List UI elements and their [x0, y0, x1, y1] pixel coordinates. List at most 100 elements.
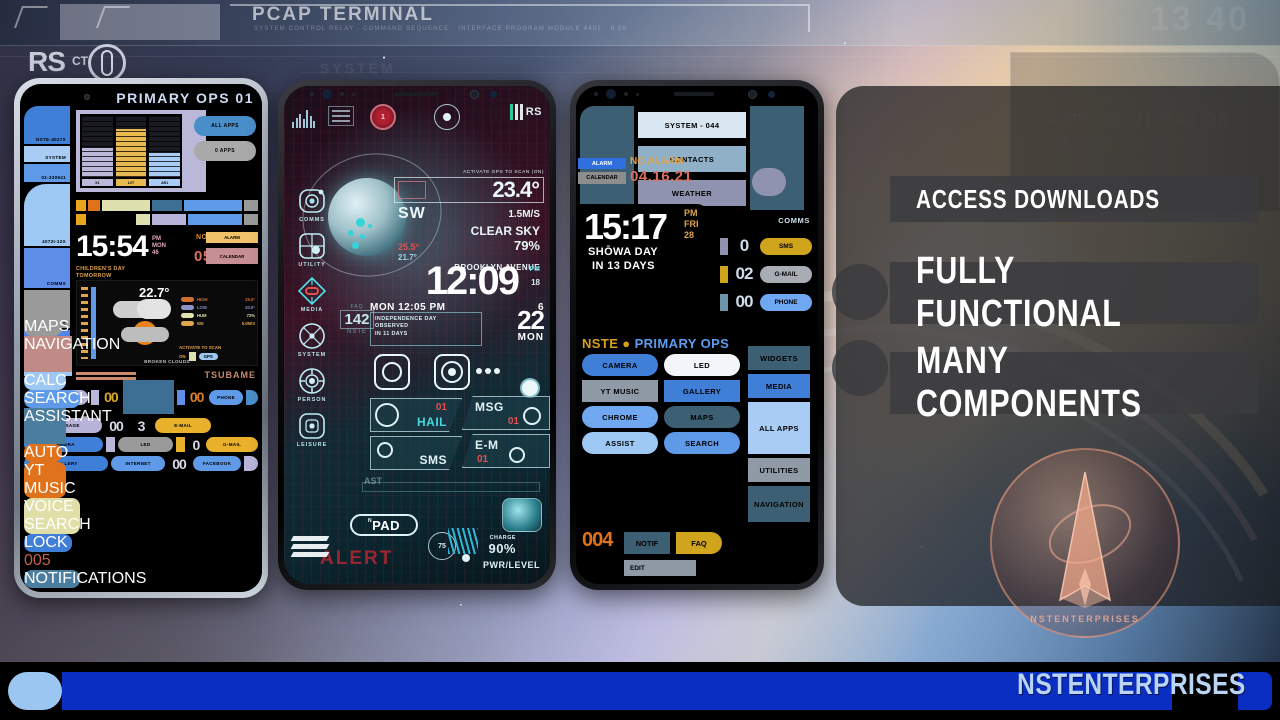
phone-right-g-mail-button[interactable]: G-MAIL — [760, 265, 812, 283]
phone-right-led-button[interactable]: LED — [664, 354, 740, 376]
phone-left-notifications-button[interactable]: NOTIFICATIONS — [24, 570, 146, 588]
phone-center-sidebar-item-media[interactable]: MEDIA — [284, 276, 340, 313]
phone-right-calendar-button[interactable]: CALENDAR — [578, 172, 626, 184]
hail-button[interactable]: 01 HAIL — [370, 398, 462, 432]
phone-left-maps-button[interactable]: MAPS — [24, 318, 69, 336]
earpiece-speaker — [394, 92, 438, 96]
phone-right-notif-button[interactable]: NOTIF — [624, 532, 670, 554]
phone-left-gauge-column: LVT — [115, 116, 147, 186]
phone-left-voice-search-button[interactable]: VOICE SEARCH — [24, 498, 91, 534]
starfleet-delta-icon — [1048, 471, 1132, 608]
phone-left-rail-item[interactable]: SYSTEM — [24, 146, 70, 162]
phone-left-app-buttons: ALL APPS 0 APPS — [194, 116, 256, 166]
phone-right-utilities-button[interactable]: UTILITIES — [748, 458, 810, 482]
header-title: PCAP TERMINAL — [252, 4, 434, 25]
phone-left-lock-button[interactable]: LOCK — [24, 534, 72, 552]
phone-right-media-button[interactable]: MEDIA — [748, 374, 810, 398]
phone-left-title: PRIMARY OPS 01 — [116, 90, 254, 106]
phone-right-system-044-button[interactable]: SYSTEM - 044 — [638, 112, 746, 138]
phone-right-widgets-button[interactable]: WIDGETS — [748, 346, 810, 370]
phone-left-rail-label: NSTE-4027X — [35, 137, 66, 142]
panel-fully-functional[interactable]: FULLY FUNCTIONAL — [890, 250, 1258, 335]
pad-button[interactable]: N PAD — [350, 514, 418, 536]
signal-bars-icon — [509, 104, 523, 120]
sms-button[interactable]: SMS — [370, 436, 462, 470]
panel-access-downloads[interactable]: ACCESS DOWNLOADS — [890, 176, 1258, 222]
phone-right-maps-button[interactable]: MAPS — [664, 406, 740, 428]
phone-left-rail-item[interactable]: 4072I-12X — [24, 184, 70, 246]
phone-center-sidebar-item-leisure[interactable]: LEISURE — [284, 411, 340, 448]
phone-right-gallery-button[interactable]: GALLERY — [664, 380, 740, 402]
sensor-dot — [352, 93, 355, 96]
phone-right-round-button[interactable] — [752, 168, 786, 196]
phone-center-sidebar-item-utility[interactable]: UTILITY — [284, 231, 340, 268]
phone-center-notch — [284, 86, 550, 102]
phone-left-calendar-button[interactable]: CALENDAR — [206, 248, 258, 264]
phone-right-clock-box: 15:17 PM FRI 28 SHŌWA DAY IN 13 DAYS — [580, 204, 712, 282]
panel-access-downloads-label: ACCESS DOWNLOADS — [916, 183, 1160, 214]
phone-right-faq-button[interactable]: FAQ — [676, 532, 722, 554]
phone-right-sms-button[interactable]: SMS — [760, 237, 812, 255]
phone-right-all-apps-button[interactable]: ALL APPS — [748, 402, 810, 454]
phone-left-search-button[interactable]: SEARCH — [24, 390, 91, 408]
phone-center-sidebar-item-system[interactable]: SYSTEM — [284, 321, 340, 358]
phone-center-sidebar-label: MEDIA — [300, 307, 324, 313]
footer-brand: NSTENTERPRISES — [967, 668, 1246, 702]
hail-label: HAIL — [417, 415, 447, 429]
aperture-icon[interactable] — [434, 354, 470, 390]
nstenterprises-logo: NSTENTERPRISES — [990, 448, 1180, 638]
ast-progress-bar — [362, 482, 540, 492]
phone-center-sidebar-item-comms[interactable]: COMMS — [284, 186, 340, 223]
phone-right-chrome-button[interactable]: CHROME — [582, 406, 658, 428]
phone-right-assist-button[interactable]: ASSIST — [582, 432, 658, 454]
panel-many-components[interactable]: MANY COMPONENTS — [890, 340, 1258, 425]
node-large-icon[interactable] — [520, 378, 540, 398]
weather-reading-pill — [181, 297, 194, 302]
menu-lines-icon[interactable] — [328, 106, 354, 126]
phone-left-navigation-panel[interactable]: NAVIGATION — [24, 336, 120, 372]
phone-right-alarm-button[interactable]: ALARM — [578, 158, 626, 169]
camera-ring-icon[interactable] — [374, 354, 410, 390]
pad-superscript: N — [367, 518, 373, 524]
phone-left-counter: 005 — [24, 552, 51, 569]
phone-right-search-button[interactable]: SEARCH — [664, 432, 740, 454]
target-icon[interactable] — [434, 104, 460, 130]
sms-label: SMS — [419, 453, 447, 467]
phone-left-calc-button[interactable]: CALC — [24, 372, 67, 390]
phone-left-time: 15:54 — [76, 230, 149, 263]
phone-left-alarm-button[interactable]: ALARM — [206, 232, 258, 243]
phone-left-rail-item[interactable]: NSTE-4027X — [24, 106, 70, 144]
phone-right-comms-label: COMMS — [778, 216, 810, 225]
phone-center-event-box[interactable]: INDEPENDENCE DAY OBSERVED IN 11 DAYS — [370, 312, 482, 346]
phone-right-navigation-button[interactable]: NAVIGATION — [748, 486, 810, 522]
phone-left-rail-item[interactable]: COMMS — [24, 248, 70, 288]
phone-left-0-apps-button[interactable]: 0 APPS — [194, 141, 256, 161]
record-badge[interactable]: 1 — [370, 104, 396, 130]
phone-left-rail-item[interactable]: 02-330941 — [24, 164, 70, 182]
phone-right-comms-tick — [720, 237, 728, 255]
phone-left-yt-music-button[interactable]: YT MUSIC — [24, 462, 76, 498]
header-bracket-left — [13, 6, 49, 28]
phone-left-all-apps-button[interactable]: ALL APPS — [194, 116, 256, 136]
phone-right-yt-music-button[interactable]: YT MUSIC — [582, 380, 658, 402]
email-button[interactable]: E-M 01 — [462, 434, 550, 468]
alert-label: ALERT — [320, 548, 394, 569]
phone-center-sidebar-label: PERSON — [297, 397, 327, 403]
phone-center-faq-widget[interactable]: FAQ 142 NSTE — [340, 304, 374, 335]
phone-left-assistant-panel[interactable]: ASSISTANT — [24, 408, 112, 444]
weather-reading-row: HIGH 25.0° — [181, 297, 255, 302]
utility-icon — [297, 231, 327, 261]
phone-right-camera-button[interactable]: CAMERA — [582, 354, 658, 376]
globe-widget[interactable] — [502, 498, 542, 532]
phone-left-auto-button[interactable]: AUTO — [24, 444, 68, 462]
phone-center-sidebar-item-person[interactable]: PERSON — [284, 366, 340, 403]
msg-button[interactable]: MSG 01 — [462, 396, 550, 430]
phone-right-edit-button[interactable]: EDIT — [624, 560, 696, 576]
phone-left-rail-label: 4072I-12X — [42, 239, 66, 244]
panel-fully-functional-label: FULLY FUNCTIONAL — [916, 250, 1122, 335]
front-camera-icon — [84, 94, 90, 100]
phone-center-wind-dir: SW — [398, 205, 426, 222]
phone-right-phone-button[interactable]: PHONE — [760, 293, 812, 311]
rsct-logo-pill — [101, 50, 113, 76]
menu-bars-icon[interactable] — [290, 536, 330, 558]
